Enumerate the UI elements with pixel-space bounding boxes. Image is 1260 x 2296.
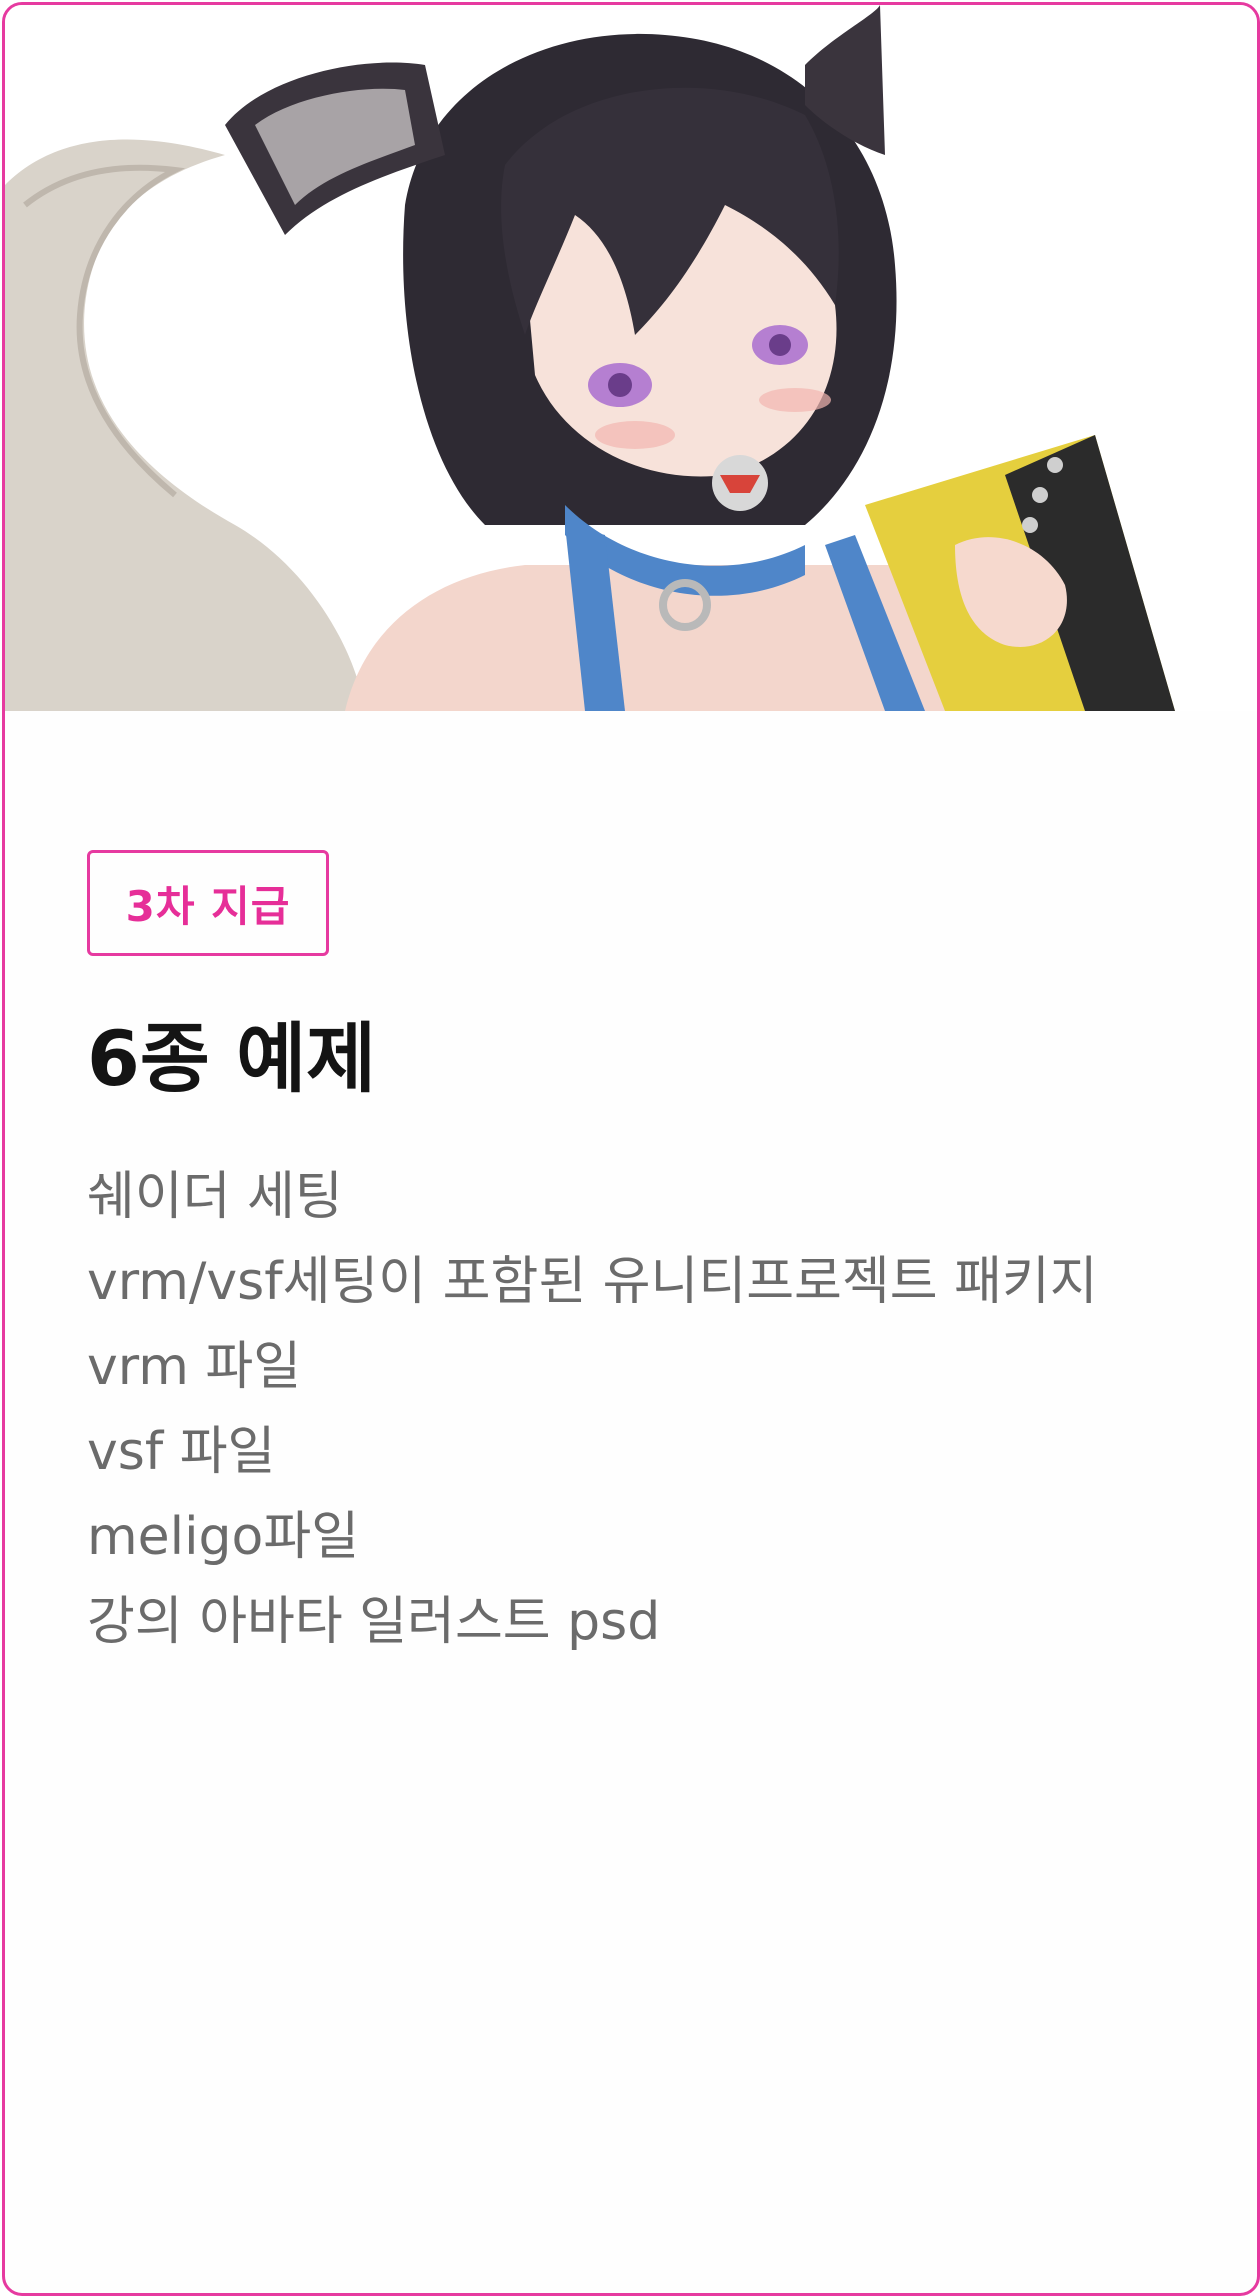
list-item: 강의 아바타 일러스트 psd bbox=[87, 1592, 661, 1652]
avatar-illustration bbox=[5, 5, 1257, 711]
list-item: meligo파일 bbox=[87, 1507, 360, 1567]
list-item: vsf 파일 bbox=[87, 1422, 276, 1482]
included-items-list: 쉐이더 세팅 vrm/vsf세팅이 포함된 유니티프로젝트 패키지 vrm 파일… bbox=[87, 1155, 1098, 1665]
card-title: 6종 예제 bbox=[87, 1014, 377, 1103]
list-item: vrm 파일 bbox=[87, 1337, 302, 1397]
list-item: 쉐이더 세팅 bbox=[87, 1167, 343, 1227]
list-item: vrm/vsf세팅이 포함된 유니티프로젝트 패키지 bbox=[87, 1252, 1098, 1312]
delivery-badge-label: 3차 지급 bbox=[125, 881, 291, 931]
bundle-card: 3차 지급 6종 예제 쉐이더 세팅 vrm/vsf세팅이 포함된 유니티프로젝… bbox=[2, 2, 1260, 2296]
delivery-badge: 3차 지급 bbox=[87, 850, 329, 956]
